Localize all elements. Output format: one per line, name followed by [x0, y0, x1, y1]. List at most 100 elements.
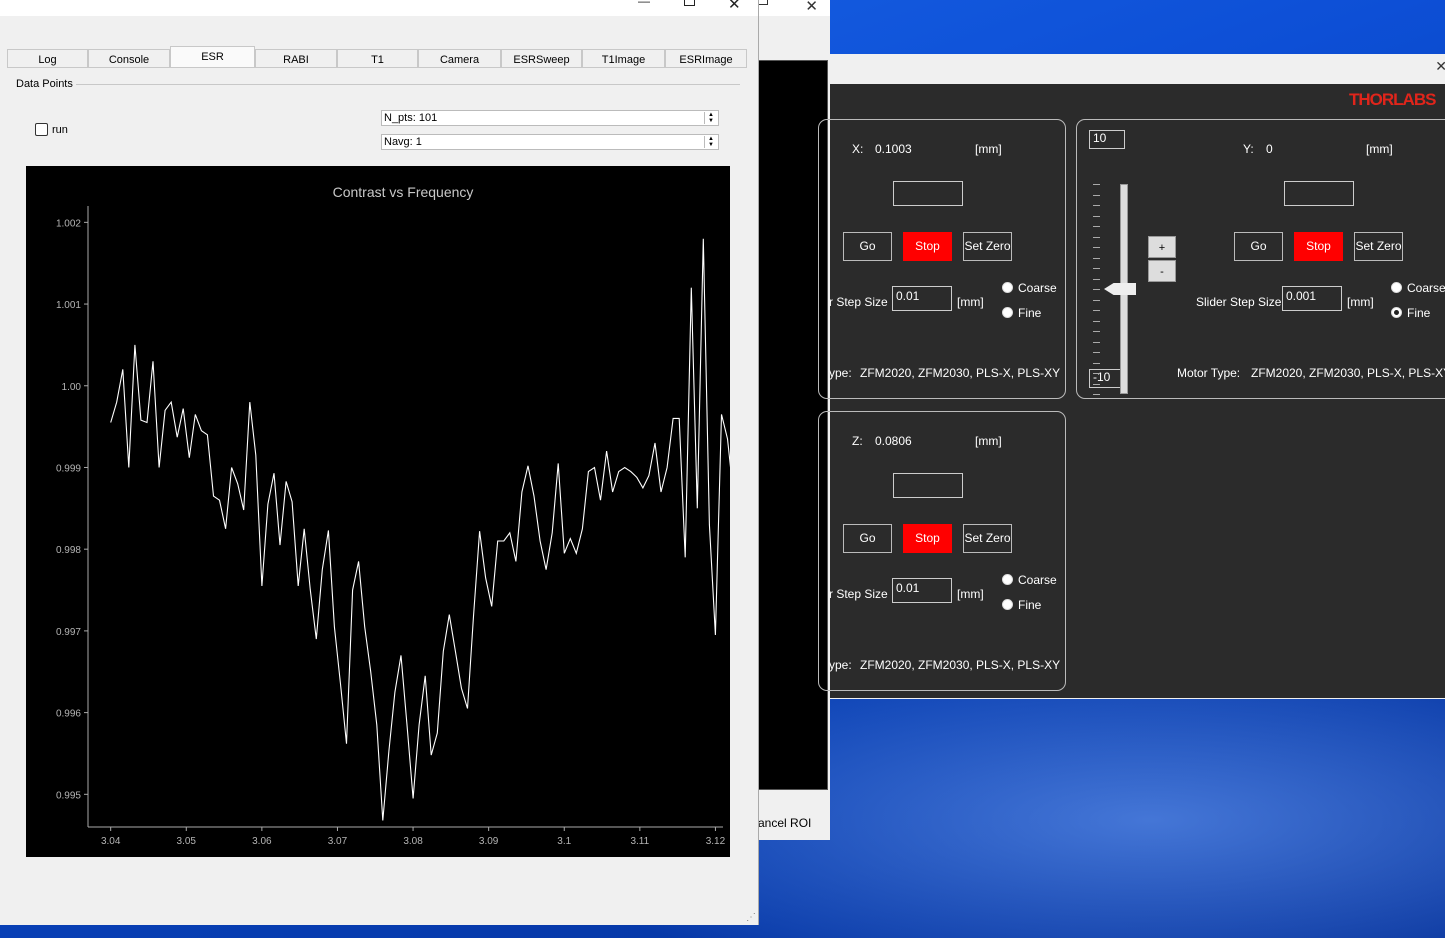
spin-arrows-icon[interactable]: ▲ ▼ [704, 136, 717, 148]
slider-tick [1093, 373, 1100, 374]
maximize-icon[interactable] [758, 0, 768, 5]
z-set-zero-button[interactable]: Set Zero [963, 524, 1012, 553]
y-tick-label: 1.002 [56, 218, 81, 229]
slider-tick [1093, 247, 1100, 248]
z-fine-radio[interactable] [1002, 599, 1013, 610]
x-tick-label: 3.08 [403, 836, 423, 847]
thorlabs-body: THORLABS X: 0.1003 [mm] Go Stop Set Zero… [818, 84, 1445, 698]
run-checkbox[interactable] [35, 123, 48, 136]
x-target-input[interactable] [893, 181, 963, 206]
y-coarse-radio[interactable] [1391, 282, 1402, 293]
n-pts-value: N_pts: 101 [384, 112, 438, 124]
slider-tick [1093, 299, 1100, 301]
thorlabs-window: ✕ THORLABS X: 0.1003 [mm] Go Stop Set Ze… [818, 54, 1445, 699]
tab-camera[interactable]: Camera [418, 49, 501, 67]
y-fine-radio[interactable] [1391, 307, 1402, 318]
app-titlebar: — ✕ [0, 0, 758, 16]
x-tick-label: 3.11 [630, 836, 649, 847]
slider-tick [1093, 341, 1100, 343]
z-axis-label: Z: [852, 434, 863, 448]
y-tick-label: 0.998 [56, 545, 81, 556]
close-icon[interactable]: ✕ [1435, 58, 1445, 75]
tab-t1[interactable]: T1 [337, 49, 418, 67]
tab-log[interactable]: Log [7, 49, 88, 67]
x-motor-type-value: ZFM2020, ZFM2030, PLS-X, PLS-XY [860, 366, 1061, 380]
x-tick-label: 3.04 [101, 836, 121, 847]
z-stop-button[interactable]: Stop [903, 524, 952, 553]
y-step-size-input[interactable]: 0.001 [1282, 286, 1342, 311]
z-motor-type-label: ype: [829, 658, 852, 672]
y-tick-label: 0.999 [56, 463, 81, 474]
z-coarse-label: Coarse [1018, 573, 1057, 587]
y-tick-label: 1.00 [62, 382, 82, 393]
y-tick-label: 0.997 [56, 627, 81, 638]
x-go-button[interactable]: Go [843, 232, 892, 261]
z-step-size-label: r Step Size [829, 587, 888, 601]
tab-rabi[interactable]: RABI [255, 49, 337, 67]
x-unit-label: [mm] [975, 142, 1002, 156]
tab-esr[interactable]: ESR [170, 46, 255, 67]
spin-arrows-icon[interactable]: ▲ ▼ [704, 112, 717, 124]
y-step-unit-label: [mm] [1347, 295, 1374, 309]
y-go-button[interactable]: Go [1234, 232, 1283, 261]
y-axis-panel: 10 -10 + - Y: 0 [mm] Go Stop Set Zero Sl… [1076, 119, 1445, 399]
contrast-vs-frequency-chart: Contrast vs Frequency 3.04 3.05 3.06 3.07 3.0… [26, 166, 759, 857]
navg-value: Navg: 1 [384, 136, 422, 148]
slider-tick [1093, 215, 1100, 217]
z-target-input[interactable] [893, 473, 963, 498]
slider-tick [1093, 362, 1100, 364]
tab-esrsweep[interactable]: ESRSweep [501, 49, 582, 67]
x-coarse-radio[interactable] [1002, 282, 1013, 293]
y-set-zero-button[interactable]: Set Zero [1354, 232, 1403, 261]
minimize-icon[interactable]: — [638, 0, 650, 8]
y-tick-label: 1.001 [56, 300, 81, 311]
close-icon[interactable]: ✕ [728, 0, 741, 13]
y-motor-type-value: ZFM2020, ZFM2030, PLS-X, PLS-XY [1251, 366, 1445, 380]
tab-console[interactable]: Console [88, 49, 170, 67]
x-stop-button[interactable]: Stop [903, 232, 952, 261]
chart-svg: Contrast vs Frequency 3.04 3.05 3.06 3.07 3.0… [56, 184, 759, 847]
x-step-size-input[interactable]: 0.01 [892, 286, 952, 311]
group-divider [76, 84, 740, 85]
x-fine-radio[interactable] [1002, 307, 1013, 318]
x-fine-label: Fine [1018, 306, 1042, 320]
close-icon[interactable]: ✕ [805, 0, 818, 15]
x-set-zero-button[interactable]: Set Zero [963, 232, 1012, 261]
tab-esrimage[interactable]: ESRImage [665, 49, 747, 67]
slider-tick [1093, 352, 1100, 353]
slider-minus-button[interactable]: - [1148, 260, 1176, 282]
esr-app-window: — ✕ Log Console ESR RABI T1 Camera ESRSw… [0, 0, 759, 925]
x-tick-label: 3.12 [706, 836, 726, 847]
y-target-input[interactable] [1284, 181, 1354, 206]
slider-tick [1093, 268, 1100, 269]
x-position-value: 0.1003 [875, 142, 912, 156]
data-points-group-title: Data Points [16, 78, 73, 90]
x-step-unit-label: [mm] [957, 295, 984, 309]
slider-tick [1093, 236, 1100, 238]
x-tick-label: 3.06 [252, 836, 272, 847]
navg-spinbox[interactable]: Navg: 1 ▲ ▼ [381, 134, 719, 150]
n-pts-spinbox[interactable]: N_pts: 101 ▲ ▼ [381, 110, 719, 126]
x-tick-label: 3.1 [557, 836, 571, 847]
thorlabs-logo: THORLABS [1349, 90, 1436, 109]
y-fine-label: Fine [1407, 306, 1431, 320]
resize-grip-icon[interactable]: ⋰ [746, 912, 756, 923]
y-unit-label: [mm] [1366, 142, 1393, 156]
app-menubar [0, 16, 758, 36]
z-coarse-radio[interactable] [1002, 574, 1013, 585]
slider-tick [1093, 278, 1100, 280]
slider-tick [1093, 310, 1100, 311]
z-fine-label: Fine [1018, 598, 1042, 612]
slider-tick [1093, 205, 1100, 206]
slider-tick [1093, 194, 1100, 196]
z-motor-type-value: ZFM2020, ZFM2030, PLS-X, PLS-XY [860, 658, 1061, 672]
slider-max-input[interactable]: 10 [1089, 130, 1125, 149]
cancel-roi-button[interactable]: ancel ROI [758, 816, 811, 830]
z-step-size-input[interactable]: 0.01 [892, 578, 952, 603]
slider-tick [1093, 289, 1100, 290]
maximize-icon[interactable] [684, 0, 695, 6]
tab-t1image[interactable]: T1Image [582, 49, 665, 67]
y-stop-button[interactable]: Stop [1294, 232, 1343, 261]
z-go-button[interactable]: Go [843, 524, 892, 553]
slider-plus-button[interactable]: + [1148, 236, 1176, 258]
